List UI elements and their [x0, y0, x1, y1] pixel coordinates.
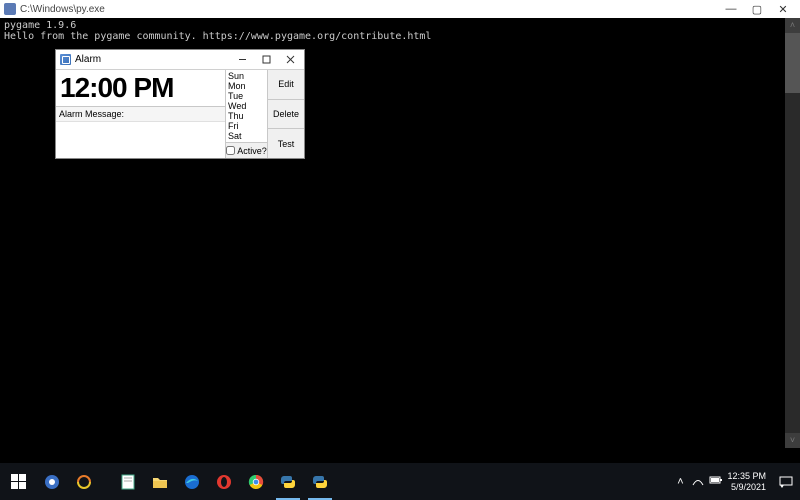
day-item[interactable]: Sun — [228, 71, 265, 81]
notepad-icon — [118, 472, 138, 492]
alarm-left-pane: 12:00 PM Alarm Message: — [56, 70, 226, 158]
taskbar-app-2[interactable] — [68, 463, 100, 500]
day-item[interactable]: Tue — [228, 91, 265, 101]
taskbar-app-3[interactable] — [112, 463, 144, 500]
app-icon — [74, 472, 94, 492]
tray-battery-icon[interactable] — [707, 475, 725, 488]
alarm-message-label: Alarm Message: — [56, 106, 225, 121]
taskbar-chrome[interactable] — [240, 463, 272, 500]
active-label: Active? — [237, 146, 267, 156]
alarm-message-input[interactable] — [56, 121, 225, 149]
scroll-down-icon[interactable]: ˅ — [785, 433, 800, 448]
alarm-time-display: 12:00 PM — [56, 70, 225, 106]
tk-feather-icon — [60, 54, 71, 65]
opera-icon — [214, 472, 234, 492]
taskbar-file-explorer[interactable] — [144, 463, 176, 500]
taskbar-clock[interactable]: 12:35 PM 5/9/2021 — [725, 469, 772, 495]
day-item[interactable]: Sat — [228, 131, 265, 141]
scroll-up-icon[interactable]: ˄ — [785, 18, 800, 33]
day-item[interactable]: Thu — [228, 111, 265, 121]
console-line: pygame 1.9.6 — [4, 20, 76, 31]
days-listbox[interactable]: Sun Mon Tue Wed Thu Fri Sat — [226, 70, 267, 142]
alarm-buttons-pane: Edit Delete Test — [268, 70, 304, 158]
console-titlebar[interactable]: C:\Windows\py.exe — ▢ ✕ — [0, 0, 800, 18]
maximize-button[interactable]: ▢ — [744, 3, 770, 16]
notification-icon — [778, 474, 794, 490]
python-icon — [310, 472, 330, 492]
minimize-button[interactable]: — — [718, 3, 744, 15]
windows-logo-icon — [11, 474, 26, 489]
console-app-icon — [4, 3, 16, 15]
taskbar[interactable]: ˄ 12:35 PM 5/9/2021 — [0, 463, 800, 500]
test-button[interactable]: Test — [268, 129, 304, 158]
delete-button[interactable]: Delete — [268, 100, 304, 130]
python-icon — [278, 472, 298, 492]
taskbar-edge[interactable] — [176, 463, 208, 500]
alarm-maximize-button[interactable] — [254, 52, 278, 68]
folder-icon — [150, 472, 170, 492]
taskbar-python-2[interactable] — [304, 463, 336, 500]
alarm-body: 12:00 PM Alarm Message: Sun Mon Tue Wed … — [56, 70, 304, 158]
active-toggle-row[interactable]: Active? — [226, 142, 267, 158]
console-title: C:\Windows\py.exe — [20, 4, 718, 15]
action-center-button[interactable] — [772, 463, 800, 500]
taskbar-opera[interactable] — [208, 463, 240, 500]
app-icon — [42, 472, 62, 492]
day-item[interactable]: Fri — [228, 121, 265, 131]
taskbar-python-1[interactable] — [272, 463, 304, 500]
alarm-minimize-button[interactable] — [230, 52, 254, 68]
edit-button[interactable]: Edit — [268, 70, 304, 100]
alarm-close-button[interactable] — [278, 52, 302, 68]
day-item[interactable]: Mon — [228, 81, 265, 91]
day-item[interactable]: Wed — [228, 101, 265, 111]
alarm-days-pane: Sun Mon Tue Wed Thu Fri Sat Active? — [226, 70, 268, 158]
tray-chevron-icon[interactable]: ˄ — [671, 476, 689, 488]
clock-date: 5/9/2021 — [727, 482, 766, 493]
taskbar-app-1[interactable] — [36, 463, 68, 500]
tray-network-icon[interactable] — [689, 474, 707, 489]
chrome-icon — [246, 472, 266, 492]
alarm-window-title: Alarm — [75, 54, 230, 65]
alarm-window[interactable]: Alarm 12:00 PM Alarm Message: Sun Mon Tu… — [55, 49, 305, 159]
console-line: Hello from the pygame community. https:/… — [4, 31, 431, 42]
scroll-thumb[interactable] — [785, 33, 800, 93]
system-tray[interactable]: ˄ 12:35 PM 5/9/2021 — [671, 463, 800, 500]
close-button[interactable]: ✕ — [770, 3, 796, 16]
alarm-titlebar[interactable]: Alarm — [56, 50, 304, 70]
active-checkbox[interactable] — [226, 146, 235, 155]
start-button[interactable] — [0, 463, 36, 500]
clock-time: 12:35 PM — [727, 471, 766, 482]
console-scrollbar[interactable]: ˄ ˅ — [785, 18, 800, 448]
console-output: pygame 1.9.6 Hello from the pygame commu… — [0, 18, 800, 44]
edge-icon — [182, 472, 202, 492]
